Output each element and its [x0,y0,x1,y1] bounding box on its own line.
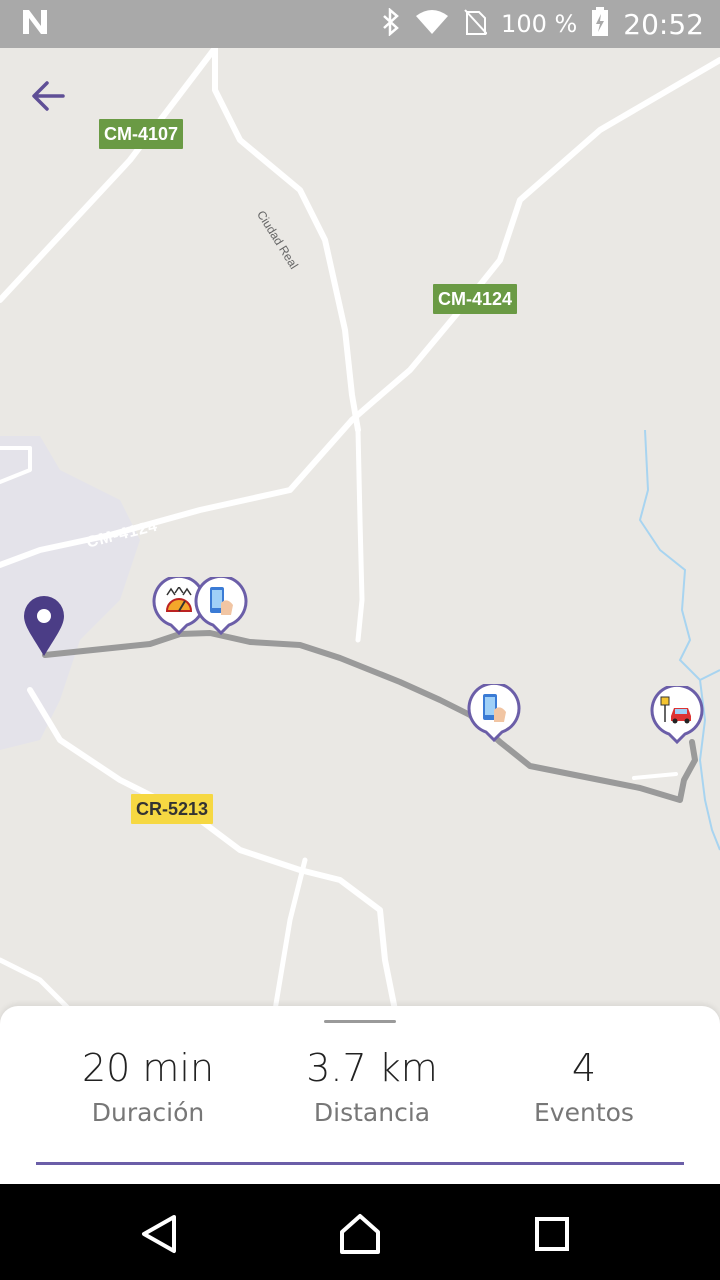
parked-car-icon [659,696,695,724]
distance-value: 3.7 km [306,1046,438,1090]
no-sim-icon [463,8,488,41]
status-bar: 100 % 20:52 [0,0,720,48]
recents-square-icon [530,1217,574,1260]
arrow-left-icon [30,80,66,117]
road-shield-cr5213: CR-5213 [131,794,214,824]
phone-use-event-marker-2[interactable] [466,684,522,746]
sheet-divider [36,1162,684,1165]
nav-back-button[interactable] [138,1212,182,1256]
phone-use-event-marker[interactable] [193,577,249,639]
duration-stat: 20 min Duración [28,1048,268,1128]
back-triangle-icon [138,1215,182,1260]
battery-percent: 100 % [501,10,578,38]
speedometer-icon [163,587,195,617]
events-label: Eventos [534,1098,634,1127]
nav-home-button[interactable] [338,1212,382,1256]
road-shield-cm4107: CM-4107 [99,119,184,149]
map-view[interactable]: CM-4107 CM-4124 CR-5213 Ciudad Real CM-4… [0,48,720,1020]
status-time: 20:52 [623,7,704,41]
battery-charging-icon [591,6,609,42]
events-stat[interactable]: 4 Eventos [464,1048,704,1128]
start-location-pin[interactable] [22,594,66,656]
phone-hand-icon [207,585,235,617]
home-icon [338,1214,382,1260]
distance-label: Distancia [313,1098,431,1127]
trip-summary-sheet[interactable]: 20 min Duración 3.7 km Distancia 4 Event… [0,1006,720,1184]
wifi-icon [415,8,449,41]
notification-n-icon [20,8,50,41]
parking-event-marker[interactable] [649,686,705,748]
phone-hand-icon [480,692,508,724]
sheet-drag-handle[interactable] [324,1020,396,1023]
duration-label: Duración [91,1098,205,1127]
navigation-bar [0,1184,720,1280]
back-button[interactable] [22,72,74,124]
road-shield-cm4124: CM-4124 [433,284,518,314]
events-value: 4 [571,1046,597,1090]
nav-recents-button[interactable] [530,1212,574,1256]
duration-value: 20 min [81,1046,215,1090]
bluetooth-icon [381,6,401,41]
distance-stat: 3.7 km Distancia [252,1048,492,1128]
